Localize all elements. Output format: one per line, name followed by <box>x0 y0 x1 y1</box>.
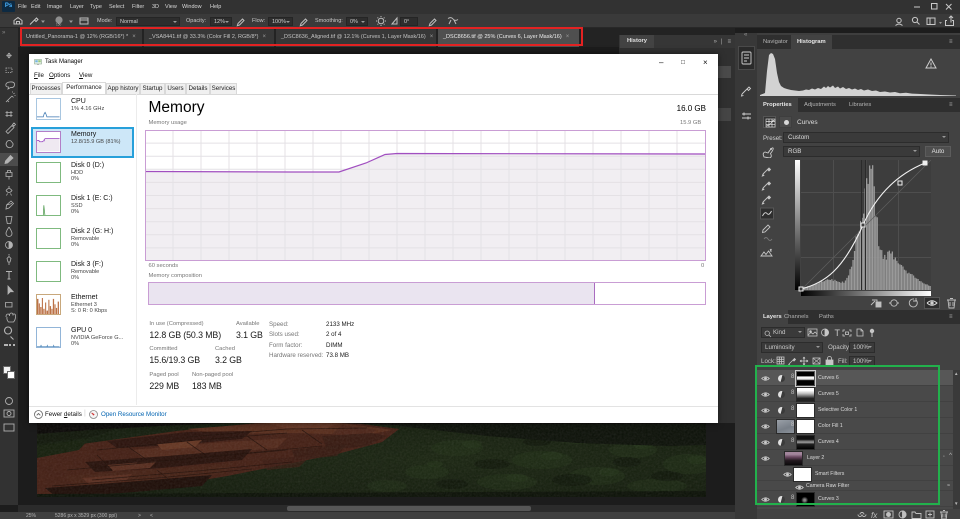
svg-text:fx: fx <box>871 511 878 519</box>
svg-text:T: T <box>835 328 841 338</box>
svg-text:150: 150 <box>56 22 62 26</box>
